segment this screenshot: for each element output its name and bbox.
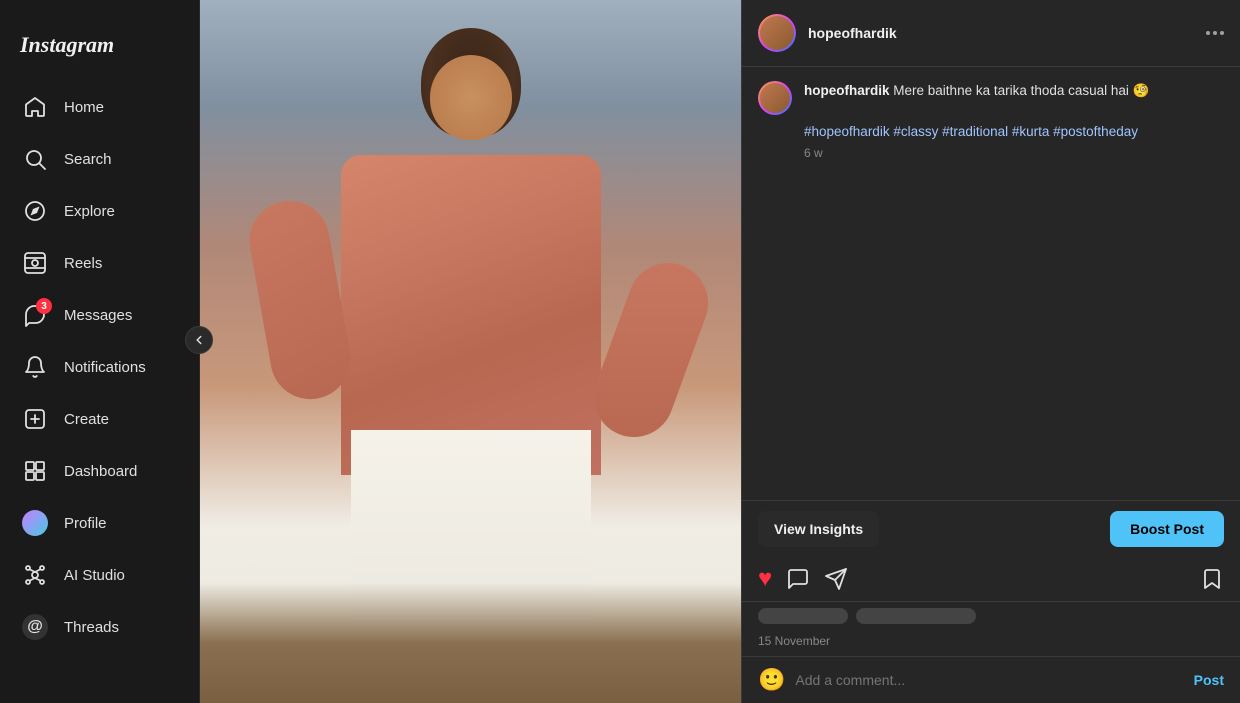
sidebar-label-messages: Messages — [64, 307, 132, 324]
sidebar-label-create: Create — [64, 411, 109, 428]
sidebar-item-explore[interactable]: Explore — [8, 186, 191, 236]
ai-studio-icon — [22, 562, 48, 588]
sidebar-label-profile: Profile — [64, 515, 107, 532]
sidebar-item-search[interactable]: Search — [8, 134, 191, 184]
post-comment-button[interactable]: Post — [1194, 672, 1224, 688]
post-comments: hopeofhardik Mere baithne ka tarika thod… — [742, 67, 1240, 500]
post-image — [200, 0, 741, 703]
post-header-avatar — [758, 14, 796, 52]
post-header: hopeofhardik — [742, 0, 1240, 67]
likes-count-pill — [758, 608, 848, 624]
post-icons-bar: ♥ — [742, 557, 1240, 602]
messages-badge: 3 — [36, 298, 52, 314]
comment-hashtags: #hopeofhardik #classy #traditional #kurt… — [804, 101, 1224, 142]
comment-input[interactable] — [795, 672, 1183, 688]
post-actions-bar: View Insights Boost Post — [742, 500, 1240, 557]
sidebar-collapse-button[interactable] — [185, 326, 213, 354]
threads-icon: @ — [22, 614, 48, 640]
post-image-area — [200, 0, 741, 703]
sidebar-item-create[interactable]: Create — [8, 394, 191, 444]
sidebar-item-profile[interactable]: Profile — [8, 498, 191, 548]
dashboard-icon — [22, 458, 48, 484]
share-button[interactable] — [824, 567, 848, 591]
more-options-button[interactable] — [1206, 31, 1224, 35]
comment-time: 6 w — [804, 146, 1224, 160]
likes-extra-pill — [856, 608, 976, 624]
comment-caption-text: Mere baithne ka tarika thoda casual hai … — [893, 83, 1149, 98]
comment-body: hopeofhardik Mere baithne ka tarika thod… — [804, 81, 1224, 160]
sidebar-item-threads[interactable]: @ Threads — [8, 602, 191, 652]
sidebar-item-messages[interactable]: 3 Messages — [8, 290, 191, 340]
notifications-icon — [22, 354, 48, 380]
comment-input-bar: 🙂 Post — [742, 656, 1240, 703]
sidebar-item-notifications[interactable]: Notifications — [8, 342, 191, 392]
comment-button[interactable] — [786, 567, 810, 591]
create-icon — [22, 406, 48, 432]
sidebar-label-home: Home — [64, 99, 104, 116]
search-icon — [22, 146, 48, 172]
sidebar-label-ai-studio: AI Studio — [64, 567, 125, 584]
sidebar-label-search: Search — [64, 151, 112, 168]
sidebar-label-dashboard: Dashboard — [64, 463, 137, 480]
sidebar-nav: Home Search Explore Reels — [0, 82, 199, 687]
boost-post-button[interactable]: Boost Post — [1110, 511, 1224, 547]
sidebar-item-dashboard[interactable]: Dashboard — [8, 446, 191, 496]
right-panel: hopeofhardik hopeofhardik Mere baithne k… — [741, 0, 1240, 703]
comment-item: hopeofhardik Mere baithne ka tarika thod… — [758, 81, 1224, 160]
explore-icon — [22, 198, 48, 224]
comment-username: hopeofhardik — [804, 83, 890, 98]
bookmark-button[interactable] — [1200, 567, 1224, 591]
likes-bar — [742, 602, 1240, 630]
main-content: hopeofhardik hopeofhardik Mere baithne k… — [200, 0, 1240, 703]
sidebar-label-notifications: Notifications — [64, 359, 146, 376]
post-username: hopeofhardik — [808, 25, 1194, 41]
like-button[interactable]: ♥ — [758, 565, 772, 593]
avatar — [22, 510, 48, 536]
sidebar-label-explore: Explore — [64, 203, 115, 220]
home-icon — [22, 94, 48, 120]
sidebar-item-home[interactable]: Home — [8, 82, 191, 132]
comment-text: hopeofhardik Mere baithne ka tarika thod… — [804, 81, 1224, 101]
sidebar-label-threads: Threads — [64, 619, 119, 636]
post-date: 15 November — [742, 630, 1240, 656]
hashtags-text: #hopeofhardik #classy #traditional #kurt… — [804, 124, 1138, 139]
sidebar-label-reels: Reels — [64, 255, 102, 272]
view-insights-button[interactable]: View Insights — [758, 511, 879, 547]
sidebar: Instagram Home Search Explore — [0, 0, 200, 703]
reels-icon — [22, 250, 48, 276]
sidebar-item-ai-studio[interactable]: AI Studio — [8, 550, 191, 600]
app-logo: Instagram — [0, 16, 199, 82]
sidebar-item-reels[interactable]: Reels — [8, 238, 191, 288]
emoji-button[interactable]: 🙂 — [758, 667, 785, 693]
commenter-avatar — [758, 81, 792, 115]
